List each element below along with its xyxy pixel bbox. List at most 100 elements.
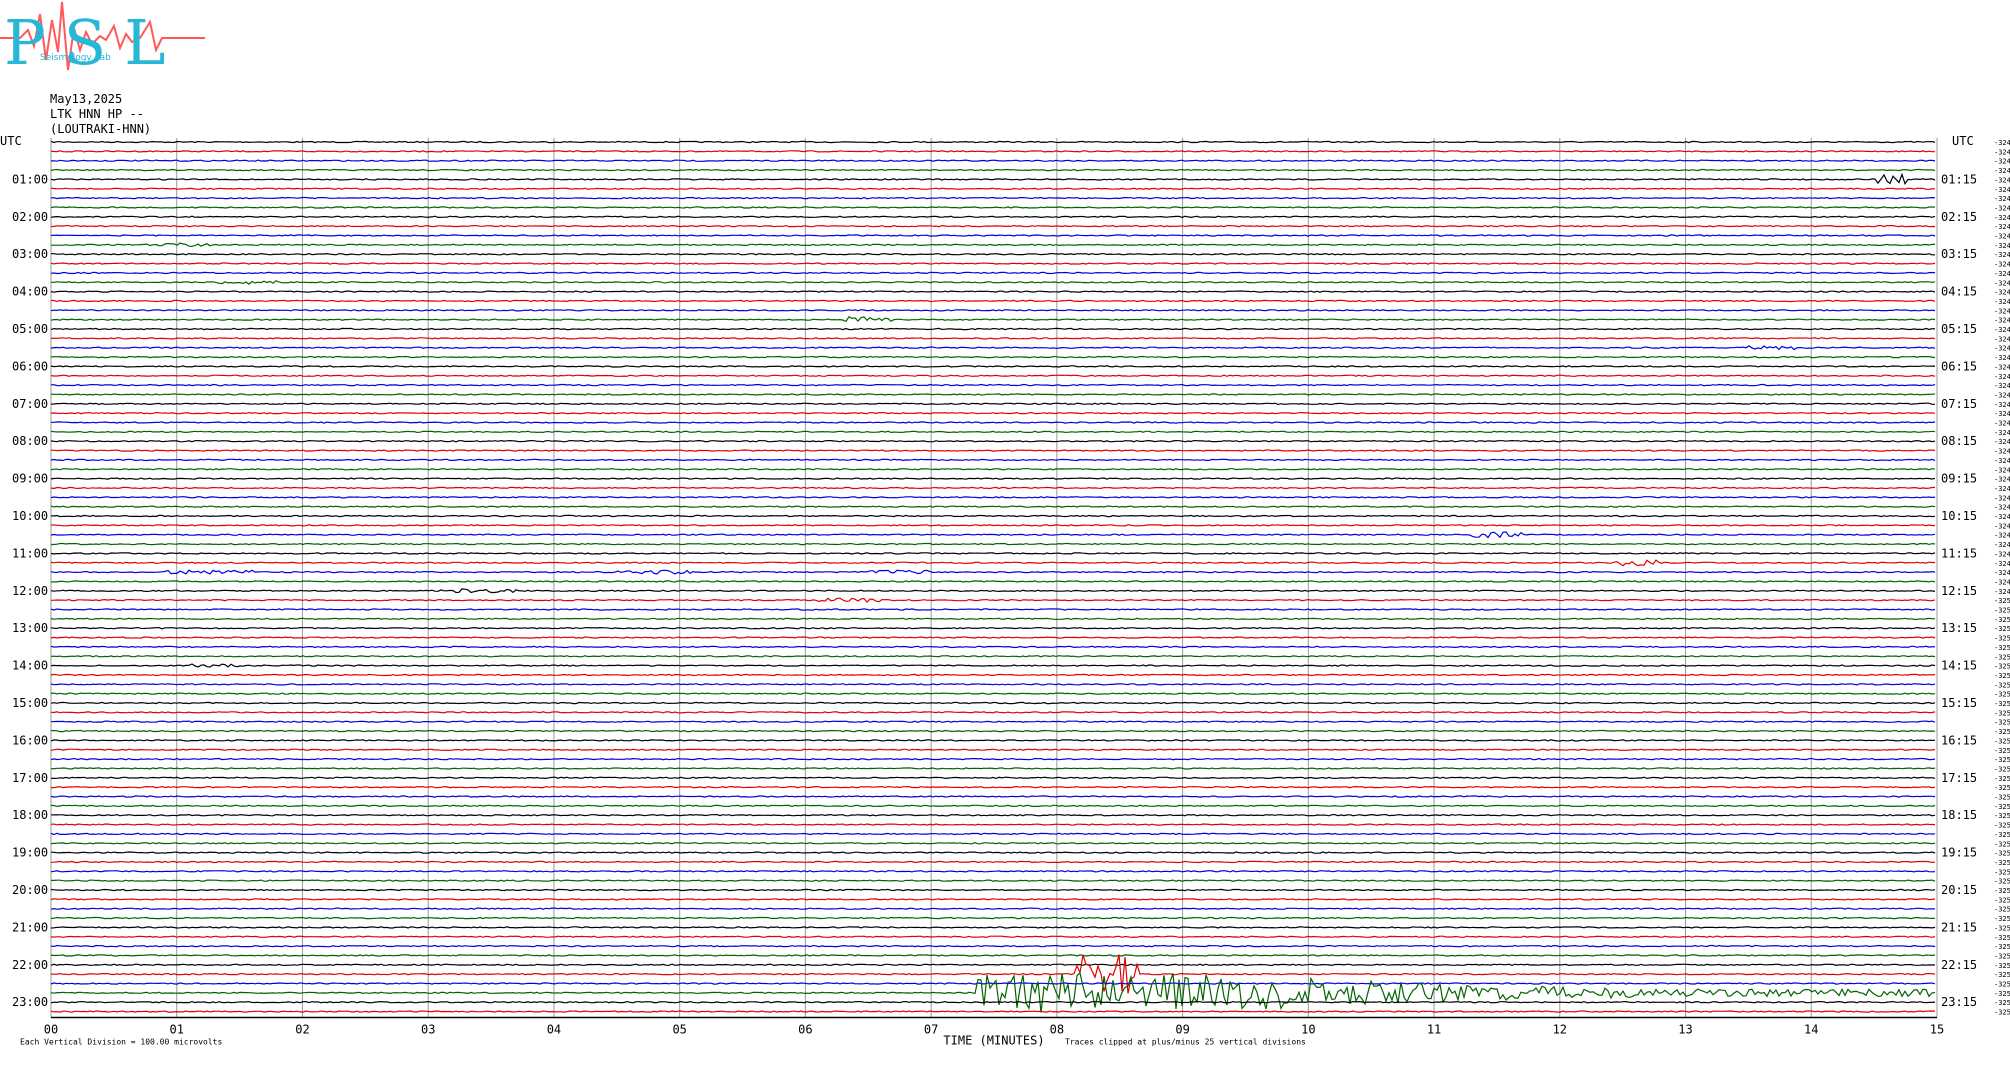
seismic-trace (50, 1010, 1936, 1013)
trace-offset-label: -32499 (1994, 578, 2010, 586)
seismic-trace (50, 430, 1936, 434)
hour-label-right: 10:15 (1941, 509, 1977, 523)
seismic-trace (50, 954, 1936, 994)
seismic-trace (50, 374, 1936, 377)
trace-offset-label: -32468 (1994, 176, 2010, 184)
seismic-trace (50, 636, 1936, 639)
seismic-trace (50, 898, 1936, 901)
x-tick-label: 08 (1050, 1023, 1064, 1037)
hour-label-left: 05:00 (12, 322, 48, 336)
trace-offset-label: -32503 (1994, 850, 2010, 858)
seismic-trace (51, 879, 1936, 882)
seismic-trace (50, 645, 1936, 649)
seismic-trace (50, 552, 1936, 555)
trace-offset-label: -32490 (1994, 420, 2010, 428)
seismic-trace (50, 411, 1936, 415)
seismic-trace (50, 531, 1936, 539)
seismic-trace (50, 888, 1936, 892)
trace-offset-label: -32500 (1994, 625, 2010, 633)
trace-offset-label: -32497 (1994, 541, 2010, 549)
trace-offset-label: -32480 (1994, 335, 2010, 343)
x-tick-label: 00 (44, 1023, 58, 1037)
hour-label-left: 23:00 (12, 995, 48, 1009)
trace-offset-label: -32502 (1994, 737, 2010, 745)
trace-offset-label: -32476 (1994, 289, 2010, 297)
x-tick-label: 07 (924, 1023, 938, 1037)
seismic-trace (50, 458, 1936, 462)
seismic-trace (50, 150, 1935, 153)
seismic-trace (50, 337, 1936, 340)
trace-offset-label: -32475 (1994, 261, 2010, 269)
hour-label-right: 22:15 (1941, 958, 1977, 972)
seismic-trace (50, 271, 1936, 275)
hour-label-left: 02:00 (12, 210, 48, 224)
seismic-trace (50, 468, 1936, 471)
trace-offset-label: -32504 (1994, 887, 2010, 895)
trace-offset-label: -32487 (1994, 410, 2010, 418)
trace-offset-label: -32477 (1994, 298, 2010, 306)
seismic-trace (50, 851, 1936, 854)
seismic-trace (50, 327, 1936, 331)
trace-offset-label: -32503 (1994, 803, 2010, 811)
trace-offset-label: -32497 (1994, 550, 2010, 558)
hour-label-left: 18:00 (12, 808, 48, 822)
trace-offset-label: -32502 (1994, 775, 2010, 783)
hour-label-left: 22:00 (12, 958, 48, 972)
hour-label-left: 12:00 (12, 584, 48, 598)
hour-label-right: 18:15 (1941, 808, 1977, 822)
seismic-trace (50, 224, 1936, 228)
x-tick-label: 01 (170, 1023, 184, 1037)
hour-label-right: 05:15 (1941, 322, 1977, 336)
hour-label-left: 10:00 (12, 509, 48, 523)
trace-offset-label: -32471 (1994, 204, 2010, 212)
seismic-trace (50, 795, 1936, 798)
seismic-trace (50, 626, 1936, 630)
trace-offset-label: -32494 (1994, 504, 2010, 512)
seismic-trace (50, 172, 1936, 186)
seismic-trace (50, 477, 1936, 480)
trace-offset-label: -32502 (1994, 784, 2010, 792)
hour-label-right: 09:15 (1941, 472, 1977, 486)
hour-label-right: 14:15 (1941, 659, 1977, 673)
trace-offset-label: -32503 (1994, 840, 2010, 848)
hour-label-left: 16:00 (12, 733, 48, 747)
trace-offset-label: -32466 (1994, 148, 2010, 156)
trace-offset-label: -32501 (1994, 644, 2010, 652)
trace-offset-label: -32481 (1994, 354, 2010, 362)
trace-offset-label: -32500 (1994, 653, 2010, 661)
trace-offset-label: -32515 (1994, 971, 2010, 979)
trace-offset-label: -32481 (1994, 345, 2010, 353)
seismic-trace (51, 299, 1936, 303)
trace-offset-label: -32501 (1994, 728, 2010, 736)
seismic-trace (50, 524, 1936, 527)
trace-offset-label: -32502 (1994, 765, 2010, 773)
hour-label-right: 11:15 (1941, 546, 1977, 560)
seismic-trace (50, 159, 1936, 162)
seismic-trace (50, 683, 1936, 686)
seismic-trace (50, 496, 1936, 499)
hour-label-left: 21:00 (12, 920, 48, 934)
seismic-trace (50, 701, 1936, 705)
trace-offset-label: -32479 (1994, 317, 2010, 325)
hour-label-left: 14:00 (12, 659, 48, 673)
hour-label-left: 08:00 (12, 434, 48, 448)
seismic-trace (50, 832, 1936, 836)
seismic-trace (50, 870, 1936, 873)
trace-offset-label: -32502 (1994, 794, 2010, 802)
seismic-trace (51, 449, 1936, 452)
seismic-trace (50, 439, 1936, 443)
trace-offset-label: -32475 (1994, 270, 2010, 278)
seismic-trace (50, 196, 1936, 200)
seismic-trace (50, 767, 1936, 770)
seismic-trace (50, 823, 1936, 826)
seismic-trace (50, 971, 1936, 1013)
seismic-trace (50, 215, 1936, 219)
hour-label-right: 06:15 (1941, 359, 1977, 373)
hour-label-left: 20:00 (12, 883, 48, 897)
trace-offset-label: -32503 (1994, 756, 2010, 764)
trace-offset-label: -32467 (1994, 158, 2010, 166)
x-tick-label: 15 (1930, 1023, 1944, 1037)
seismic-trace (50, 860, 1936, 864)
seismic-trace (50, 234, 1936, 237)
trace-offset-label: -32473 (1994, 233, 2010, 241)
